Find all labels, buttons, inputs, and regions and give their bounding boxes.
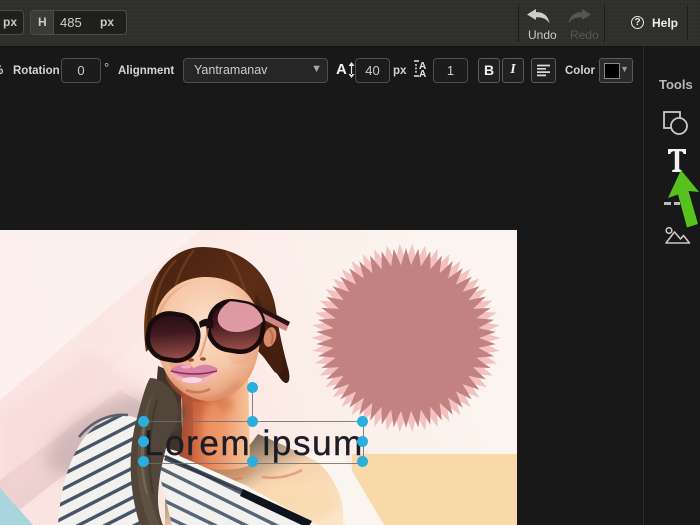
svg-text:A: A (419, 69, 426, 78)
